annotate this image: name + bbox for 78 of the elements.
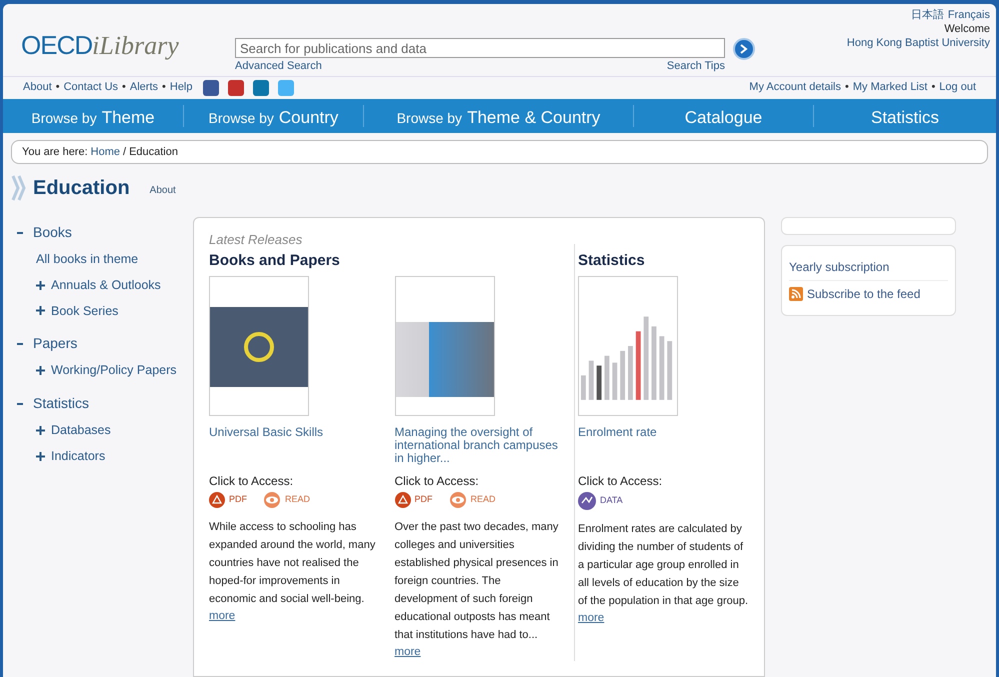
separator-dot: • xyxy=(931,80,936,96)
pdf-icon xyxy=(394,492,410,508)
sidebar-category[interactable]: Papers xyxy=(33,333,78,354)
sidebar-category[interactable]: Statistics xyxy=(33,393,90,414)
publication-title-link[interactable]: Managing the oversight of international branch campuses in higher... xyxy=(394,426,566,468)
sidebar-link[interactable]: Annuals & Outlooks xyxy=(51,276,161,294)
publication-title-link[interactable]: Universal Basic Skills xyxy=(209,426,380,468)
breadcrumb-link[interactable]: Home xyxy=(90,144,120,160)
utility-link[interactable]: Help xyxy=(170,79,192,96)
advanced-search-link[interactable]: Advanced Search xyxy=(235,58,322,74)
subscription-link[interactable]: Yearly subscription xyxy=(789,258,890,276)
journal-cover-drawing[interactable] xyxy=(394,276,494,416)
about-link[interactable]: About xyxy=(150,182,176,198)
pdf-icon xyxy=(209,492,225,508)
pdf-link[interactable]: PDF xyxy=(394,492,432,508)
account-link[interactable]: My Account details xyxy=(749,79,841,96)
indicators-cover-drawing[interactable] xyxy=(578,276,678,416)
arrow-right-icon xyxy=(740,44,748,54)
book-cover-drawing[interactable] xyxy=(209,276,309,416)
sidebar-link[interactable]: Indicators xyxy=(51,446,106,466)
chevrons-icon xyxy=(11,175,27,201)
more-link[interactable]: more xyxy=(209,608,380,626)
breadcrumb-label: You are here: xyxy=(22,144,88,160)
utility-link[interactable]: Contact Us xyxy=(64,79,118,96)
utility-link[interactable]: About xyxy=(23,79,52,96)
subscription-link[interactable]: Subscribe to the feed xyxy=(807,285,920,303)
publication-description: Over the past two decades, many colleges and universities established physical presences in foreign countries. The development of such foreign educational outposts has meant that institutions have had to... xyxy=(394,520,560,643)
rss-icon xyxy=(789,287,803,301)
account-link[interactable]: My Marked List xyxy=(852,79,928,96)
access-label: Click to Access: xyxy=(209,473,294,490)
page-title: Education xyxy=(33,176,130,201)
sidebar-category[interactable]: Books xyxy=(33,222,72,243)
more-link[interactable]: more xyxy=(578,610,750,628)
read-link[interactable]: READ xyxy=(263,492,310,508)
breadcrumb-separator: / xyxy=(123,144,126,160)
search-field[interactable]: Search for publications and data xyxy=(235,38,725,58)
access-label: Click to Access: xyxy=(394,473,480,490)
access-label: Click to Access: xyxy=(578,473,664,490)
plus-icon[interactable] xyxy=(36,452,45,461)
breadcrumb-current-page: Education xyxy=(129,144,178,160)
separator-dot: • xyxy=(845,80,849,96)
latest-releases-caption: Latest Releases xyxy=(209,231,304,249)
data-link[interactable]: DATA xyxy=(578,492,623,510)
institution-name: Hong Kong Baptist University xyxy=(846,36,990,50)
sidebar-link[interactable]: Working/Policy Papers xyxy=(51,361,177,380)
sidebar-link[interactable]: All books in theme xyxy=(36,250,138,269)
sidebar-link[interactable]: Book Series xyxy=(51,302,118,320)
eye-icon xyxy=(263,492,281,508)
language-link[interactable]: 日本語 xyxy=(910,8,944,22)
separator-dot: • xyxy=(162,80,166,96)
pdf-link[interactable]: PDF xyxy=(209,492,247,508)
more-link[interactable]: more xyxy=(394,644,566,662)
search-go-button[interactable] xyxy=(733,38,755,60)
nav-link[interactable]: Browse by Theme & Country xyxy=(363,104,633,127)
nav-link[interactable]: Catalogue xyxy=(633,104,813,127)
search-tips-link[interactable]: Search Tips xyxy=(666,58,725,74)
plus-icon[interactable] xyxy=(36,426,45,435)
read-link[interactable]: READ xyxy=(448,492,496,508)
nav-link[interactable]: Statistics xyxy=(813,104,996,127)
oecd-ilibrary-logo[interactable]: OECDiLibrary xyxy=(21,26,221,65)
separator-dot: • xyxy=(122,80,126,96)
welcome-text: Welcome xyxy=(944,22,990,36)
nav-link[interactable]: Browse by Country xyxy=(183,104,363,127)
plus-icon[interactable] xyxy=(36,366,45,376)
utility-link[interactable]: Alerts xyxy=(130,79,158,96)
publication-description: Enrolment rates are calculated by dividing the number of students of a particular age group enrolled in all levels of education by the size of the population in that age group. xyxy=(578,522,750,609)
language-link[interactable]: Français xyxy=(948,8,990,22)
separator-dot: • xyxy=(56,80,60,96)
publication-title-link[interactable]: Enrolment rate xyxy=(578,426,750,468)
section-heading: Books and Papers xyxy=(209,250,341,270)
publication-description: While access to schooling has expanded around the world, many countries have not realised the hoped-for improvements in economic and social well-being. xyxy=(209,520,376,607)
plus-icon[interactable] xyxy=(36,280,45,290)
nav-link[interactable]: Browse by Theme xyxy=(3,104,183,127)
eye-icon xyxy=(448,492,466,508)
account-link[interactable]: Log out xyxy=(939,79,976,96)
sidebar-link[interactable]: Databases xyxy=(51,421,111,440)
plus-icon[interactable] xyxy=(36,306,45,316)
section-heading: Statistics xyxy=(578,250,646,270)
